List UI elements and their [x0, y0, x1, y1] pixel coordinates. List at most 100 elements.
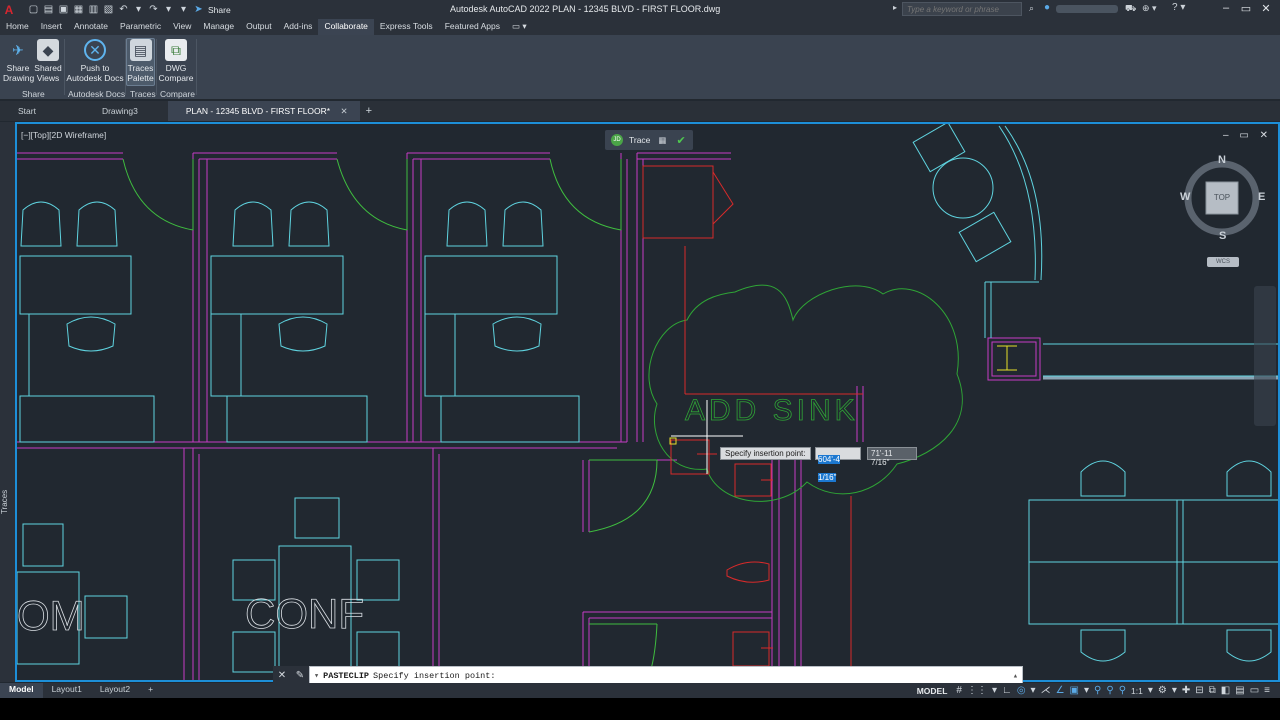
share-label[interactable]: Share: [208, 5, 231, 15]
tab-collaborate[interactable]: Collaborate: [318, 19, 374, 35]
annotation-scale-value[interactable]: 1:1: [1131, 686, 1143, 696]
help-icon[interactable]: ? ▾: [1172, 2, 1185, 13]
annotation-scale-icon[interactable]: ⚲: [1119, 685, 1126, 696]
shared-views-button[interactable]: ◆ Shared Views: [34, 39, 62, 83]
floor-plan-drawing[interactable]: ADD SINK CONF OM: [17, 124, 1278, 680]
tab-manage[interactable]: Manage: [197, 19, 240, 35]
ribbon-panel: ✈ Share Drawing ◆ Shared Views ✕ Push to…: [0, 35, 1280, 100]
new-file-icon[interactable]: ▢: [27, 3, 40, 16]
search-input[interactable]: [902, 2, 1022, 16]
qat-dropdown-icon[interactable]: ▾: [177, 3, 190, 16]
polar-dropdown-icon[interactable]: ▾: [1031, 685, 1036, 696]
ribbon-toggle-icon[interactable]: ▭ ▾: [506, 19, 533, 35]
help-menu-icon[interactable]: ⊕ ▾: [1142, 3, 1157, 14]
viewcube-top-face[interactable]: TOP: [1206, 193, 1238, 202]
dynamic-input-x-field[interactable]: 604'-4 1/16": [815, 447, 861, 482]
object-snap-dropdown-icon[interactable]: ▾: [1084, 685, 1089, 696]
user-icon[interactable]: ●: [1044, 2, 1050, 13]
tab-output[interactable]: Output: [240, 19, 278, 35]
compass-north[interactable]: N: [1218, 154, 1226, 166]
save-icon[interactable]: ▣: [57, 3, 70, 16]
command-recent-icon[interactable]: ▴: [1013, 671, 1018, 681]
search-icon[interactable]: ⌕: [1029, 3, 1034, 14]
panel-separator: [196, 39, 197, 95]
close-command-line-icon[interactable]: ✕: [278, 670, 286, 681]
close-tab-icon[interactable]: ✕: [340, 106, 347, 116]
print-icon[interactable]: ▧: [102, 3, 115, 16]
redo-dropdown-icon[interactable]: ▾: [162, 3, 175, 16]
tab-add-ins[interactable]: Add-ins: [278, 19, 319, 35]
navigation-bar[interactable]: [1254, 286, 1276, 426]
polar-icon[interactable]: ◎: [1017, 685, 1026, 696]
compass-east[interactable]: E: [1258, 191, 1265, 203]
tab-express-tools[interactable]: Express Tools: [374, 19, 439, 35]
units-icon[interactable]: ⊟: [1195, 685, 1203, 696]
graphics-performance-icon[interactable]: ▤: [1235, 685, 1244, 696]
viewport-controls-label[interactable]: [−][Top][2D Wireframe]: [21, 130, 106, 140]
command-history-icon[interactable]: ▾: [314, 671, 319, 681]
wcs-menu[interactable]: WCS: [1207, 257, 1239, 267]
save-as-icon[interactable]: ▦: [72, 3, 85, 16]
object-snap-icon[interactable]: ▣: [1070, 685, 1079, 696]
trace-settings-icon[interactable]: ▦: [658, 135, 666, 146]
layout-tab-layout1[interactable]: Layout1: [43, 683, 91, 698]
file-tab-start[interactable]: Start: [0, 101, 84, 121]
tab-annotate[interactable]: Annotate: [68, 19, 114, 35]
layout-tab-model[interactable]: Model: [0, 683, 43, 698]
layout-tab-layout2[interactable]: Layout2: [91, 683, 139, 698]
tab-parametric[interactable]: Parametric: [114, 19, 167, 35]
auto-scale-icon[interactable]: ⚲: [1106, 685, 1113, 696]
isodraft-icon[interactable]: ⋌: [1041, 685, 1051, 696]
tab-view[interactable]: View: [167, 19, 197, 35]
new-layout-icon[interactable]: +: [139, 683, 162, 698]
maximize-icon[interactable]: ▭: [1238, 2, 1254, 16]
file-tab-drawing3[interactable]: Drawing3: [84, 101, 168, 121]
annotation-monitor-icon[interactable]: ✚: [1182, 685, 1190, 696]
workspace-dropdown-icon[interactable]: ▾: [1172, 685, 1177, 696]
customize-icon[interactable]: ✎: [296, 670, 304, 681]
share-drawing-button[interactable]: ✈ Share Drawing: [3, 39, 34, 83]
snap-icon[interactable]: ⋮⋮: [967, 685, 987, 696]
isolate-objects-icon[interactable]: ◧: [1221, 685, 1230, 696]
annotation-visibility-icon[interactable]: ⚲: [1094, 685, 1101, 696]
clean-screen-icon[interactable]: ▭: [1250, 685, 1259, 696]
tab-featured-apps[interactable]: Featured Apps: [439, 19, 506, 35]
tab-insert[interactable]: Insert: [35, 19, 68, 35]
undo-icon[interactable]: ↶: [117, 3, 130, 16]
redo-icon[interactable]: ↷: [147, 3, 160, 16]
tab-home[interactable]: Home: [0, 19, 35, 35]
share-icon[interactable]: ➤: [192, 3, 205, 16]
model-space-button[interactable]: MODEL: [917, 686, 948, 696]
compass-west[interactable]: W: [1180, 191, 1190, 203]
dynamic-input-y-field[interactable]: 71'-11 7/16": [867, 447, 917, 467]
room-text: OM: [17, 592, 85, 639]
autocad-logo-icon[interactable]: A: [0, 1, 18, 18]
dwg-compare-button[interactable]: ⧉ DWG Compare: [158, 39, 194, 83]
push-to-autodesk-docs-button[interactable]: ✕ Push to Autodesk Docs: [66, 39, 124, 83]
scale-dropdown-icon[interactable]: ▾: [1148, 685, 1153, 696]
file-tab-plan[interactable]: PLAN - 12345 BLVD - FIRST FLOOR* ✕: [167, 101, 360, 121]
trace-accept-icon[interactable]: ✔: [676, 134, 685, 147]
user-name-blurred[interactable]: [1056, 5, 1118, 13]
open-folder-icon[interactable]: ▤: [42, 3, 55, 16]
ortho-icon[interactable]: ∟: [1002, 685, 1012, 696]
viewport-window-controls[interactable]: – ▭ ✕: [1223, 130, 1272, 141]
minimize-icon[interactable]: –: [1218, 2, 1234, 16]
viewcube[interactable]: TOP N S E W: [1180, 154, 1268, 274]
drawing-viewport[interactable]: ADD SINK CONF OM [−][Top][2D Wireframe] …: [15, 122, 1280, 682]
close-icon[interactable]: ✕: [1258, 2, 1274, 16]
traces-palette-button[interactable]: ▤ Traces Palette: [126, 38, 155, 86]
customization-icon[interactable]: ≡: [1264, 685, 1270, 696]
compass-south[interactable]: S: [1219, 230, 1226, 242]
object-snap-tracking-icon[interactable]: ∠: [1056, 685, 1065, 696]
cloud-save-icon[interactable]: ▥: [87, 3, 100, 16]
undo-dropdown-icon[interactable]: ▾: [132, 3, 145, 16]
quick-properties-icon[interactable]: ⧉: [1209, 685, 1216, 696]
search-arrow-icon[interactable]: ▸: [893, 3, 897, 12]
snap-dropdown-icon[interactable]: ▾: [992, 685, 997, 696]
workspace-gear-icon[interactable]: ⚙: [1158, 685, 1167, 696]
traces-side-panel[interactable]: Traces: [0, 122, 15, 682]
grid-icon[interactable]: #: [956, 685, 962, 696]
new-tab-icon[interactable]: +: [366, 105, 372, 117]
cart-icon[interactable]: ⛟: [1125, 3, 1136, 15]
